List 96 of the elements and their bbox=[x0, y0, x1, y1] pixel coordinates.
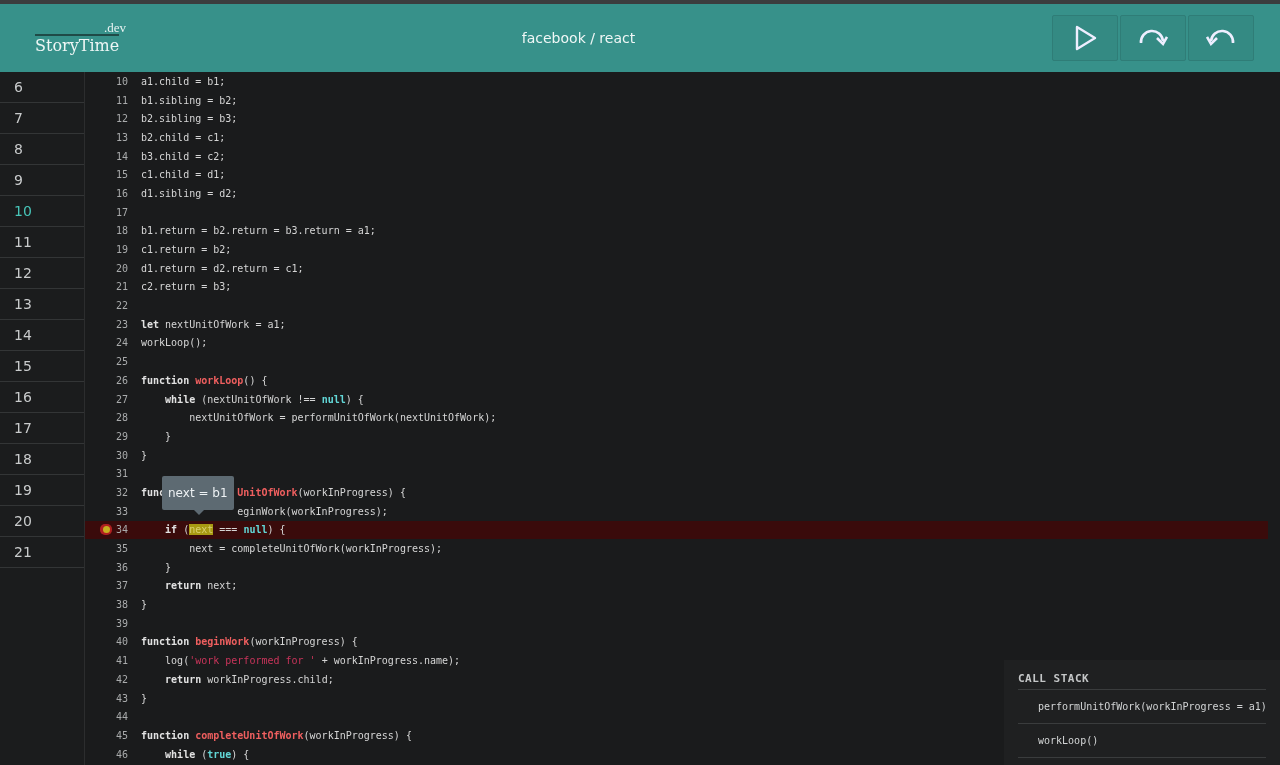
step-over-button[interactable] bbox=[1120, 15, 1186, 61]
step-item[interactable]: 17 bbox=[0, 413, 84, 444]
step-item[interactable]: 18 bbox=[0, 444, 84, 475]
code-line: b1.sibling = b2; bbox=[141, 94, 238, 106]
line-number: 33 bbox=[115, 505, 130, 517]
code-line: workLoop(); bbox=[141, 337, 208, 349]
line-number: 39 bbox=[115, 617, 130, 629]
line-number: 34 bbox=[115, 524, 130, 536]
line-number: 20 bbox=[115, 262, 130, 274]
line-number: 31 bbox=[115, 468, 130, 480]
code-line: b1.return = b2.return = b3.return = a1; bbox=[141, 225, 376, 237]
code-line: return workInProgress.child; bbox=[164, 673, 334, 685]
line-number: 28 bbox=[115, 412, 130, 424]
line-number: 22 bbox=[115, 300, 130, 312]
line-number: 30 bbox=[115, 449, 130, 461]
breakpoint-icon[interactable] bbox=[100, 524, 112, 536]
line-number: 10 bbox=[115, 75, 130, 87]
step-item[interactable]: 20 bbox=[0, 506, 84, 537]
code-line: a1.child = b1; bbox=[141, 75, 226, 87]
line-number: 25 bbox=[115, 356, 130, 368]
play-button[interactable] bbox=[1052, 15, 1118, 61]
line-number: 35 bbox=[115, 543, 130, 555]
step-item[interactable]: 9 bbox=[0, 165, 84, 196]
code-line: return next; bbox=[164, 580, 238, 592]
line-number: 18 bbox=[115, 225, 130, 237]
logo-suffix: .dev bbox=[103, 21, 126, 34]
code-line: d1.sibling = d2; bbox=[141, 187, 238, 199]
code-line: } bbox=[141, 599, 148, 611]
step-item[interactable]: 8 bbox=[0, 134, 84, 165]
code-line: while (nextUnitOfWork !== null) { bbox=[164, 393, 364, 405]
line-number: 43 bbox=[115, 692, 130, 704]
step-item[interactable]: 12 bbox=[0, 258, 84, 289]
line-number: 12 bbox=[115, 113, 130, 125]
code-line: } bbox=[164, 430, 172, 442]
step-item[interactable]: 11 bbox=[0, 227, 84, 258]
step-item[interactable]: 13 bbox=[0, 289, 84, 320]
call-stack-title: CALL STACK bbox=[1018, 672, 1266, 690]
line-number: 40 bbox=[115, 636, 130, 648]
code-line: c1.child = d1; bbox=[141, 169, 226, 181]
line-number: 44 bbox=[115, 711, 130, 723]
code-line: function beginWork(workInProgress) { bbox=[141, 636, 358, 648]
line-number: 19 bbox=[115, 244, 130, 256]
line-number: 23 bbox=[115, 318, 130, 330]
line-number: 37 bbox=[115, 580, 130, 592]
line-number: 45 bbox=[115, 729, 130, 741]
code-line: } bbox=[141, 692, 148, 704]
line-number: 15 bbox=[115, 169, 130, 181]
code-line: next = completeUnitOfWork(workInProgress); bbox=[188, 543, 443, 555]
stack-frame[interactable]: workLoop() bbox=[1018, 724, 1266, 758]
line-number: 26 bbox=[115, 374, 130, 386]
line-number: 16 bbox=[115, 187, 130, 199]
line-number: 42 bbox=[115, 673, 130, 685]
code-line: eginWork(workInProgress); bbox=[237, 505, 388, 517]
line-number: 36 bbox=[115, 561, 130, 573]
code-line: UnitOfWork(workInProgress) { bbox=[237, 486, 406, 498]
line-number: 24 bbox=[115, 337, 130, 349]
code-line: function completeUnitOfWork(workInProgress) { bbox=[141, 729, 412, 741]
line-number: 29 bbox=[115, 430, 130, 442]
code-line: if (next === null) { bbox=[164, 524, 286, 536]
step-item[interactable]: 15 bbox=[0, 351, 84, 382]
step-item[interactable]: 7 bbox=[0, 103, 84, 134]
line-number: 46 bbox=[115, 748, 130, 760]
code-line: log('work performed for ' + workInProgress.name); bbox=[164, 655, 461, 667]
logo-name: StoryTime bbox=[35, 34, 120, 55]
step-item[interactable]: 6 bbox=[0, 72, 84, 103]
line-number: 32 bbox=[115, 486, 130, 498]
line-number: 11 bbox=[115, 94, 130, 106]
code-line: b2.sibling = b3; bbox=[141, 113, 238, 125]
code-line: b3.child = c2; bbox=[141, 150, 226, 162]
step-item[interactable]: 10 bbox=[0, 196, 84, 227]
line-number: 41 bbox=[115, 655, 130, 667]
code-line: b2.child = c1; bbox=[141, 131, 226, 143]
step-item[interactable]: 16 bbox=[0, 382, 84, 413]
step-item[interactable]: 19 bbox=[0, 475, 84, 506]
stack-frame[interactable]: performUnitOfWork(workInProgress = a1) bbox=[1018, 690, 1266, 724]
line-number: 13 bbox=[115, 131, 130, 143]
step-item[interactable]: 21 bbox=[0, 537, 84, 568]
repo-title: facebook / react bbox=[520, 30, 637, 46]
code-line: c1.return = b2; bbox=[141, 244, 232, 256]
code-line: while (true) { bbox=[164, 748, 250, 760]
line-number: 21 bbox=[115, 281, 130, 293]
step-over-icon bbox=[1138, 27, 1168, 49]
line-number: 27 bbox=[115, 393, 130, 405]
code-line: d1.return = d2.return = c1; bbox=[141, 262, 304, 274]
code-line: nextUnitOfWork = performUnitOfWork(nextUnitOfWork); bbox=[188, 412, 497, 424]
step-back-icon bbox=[1206, 27, 1236, 49]
code-line: c2.return = b3; bbox=[141, 281, 232, 293]
code-line: function workLoop() { bbox=[141, 374, 268, 386]
code-line: } bbox=[141, 449, 148, 461]
step-item[interactable]: 14 bbox=[0, 320, 84, 351]
line-number: 17 bbox=[115, 206, 130, 218]
code-line: let nextUnitOfWork = a1; bbox=[141, 318, 286, 330]
line-number: 38 bbox=[115, 599, 130, 611]
code-line: } bbox=[164, 561, 172, 573]
line-number: 14 bbox=[115, 150, 130, 162]
step-back-button[interactable] bbox=[1188, 15, 1254, 61]
